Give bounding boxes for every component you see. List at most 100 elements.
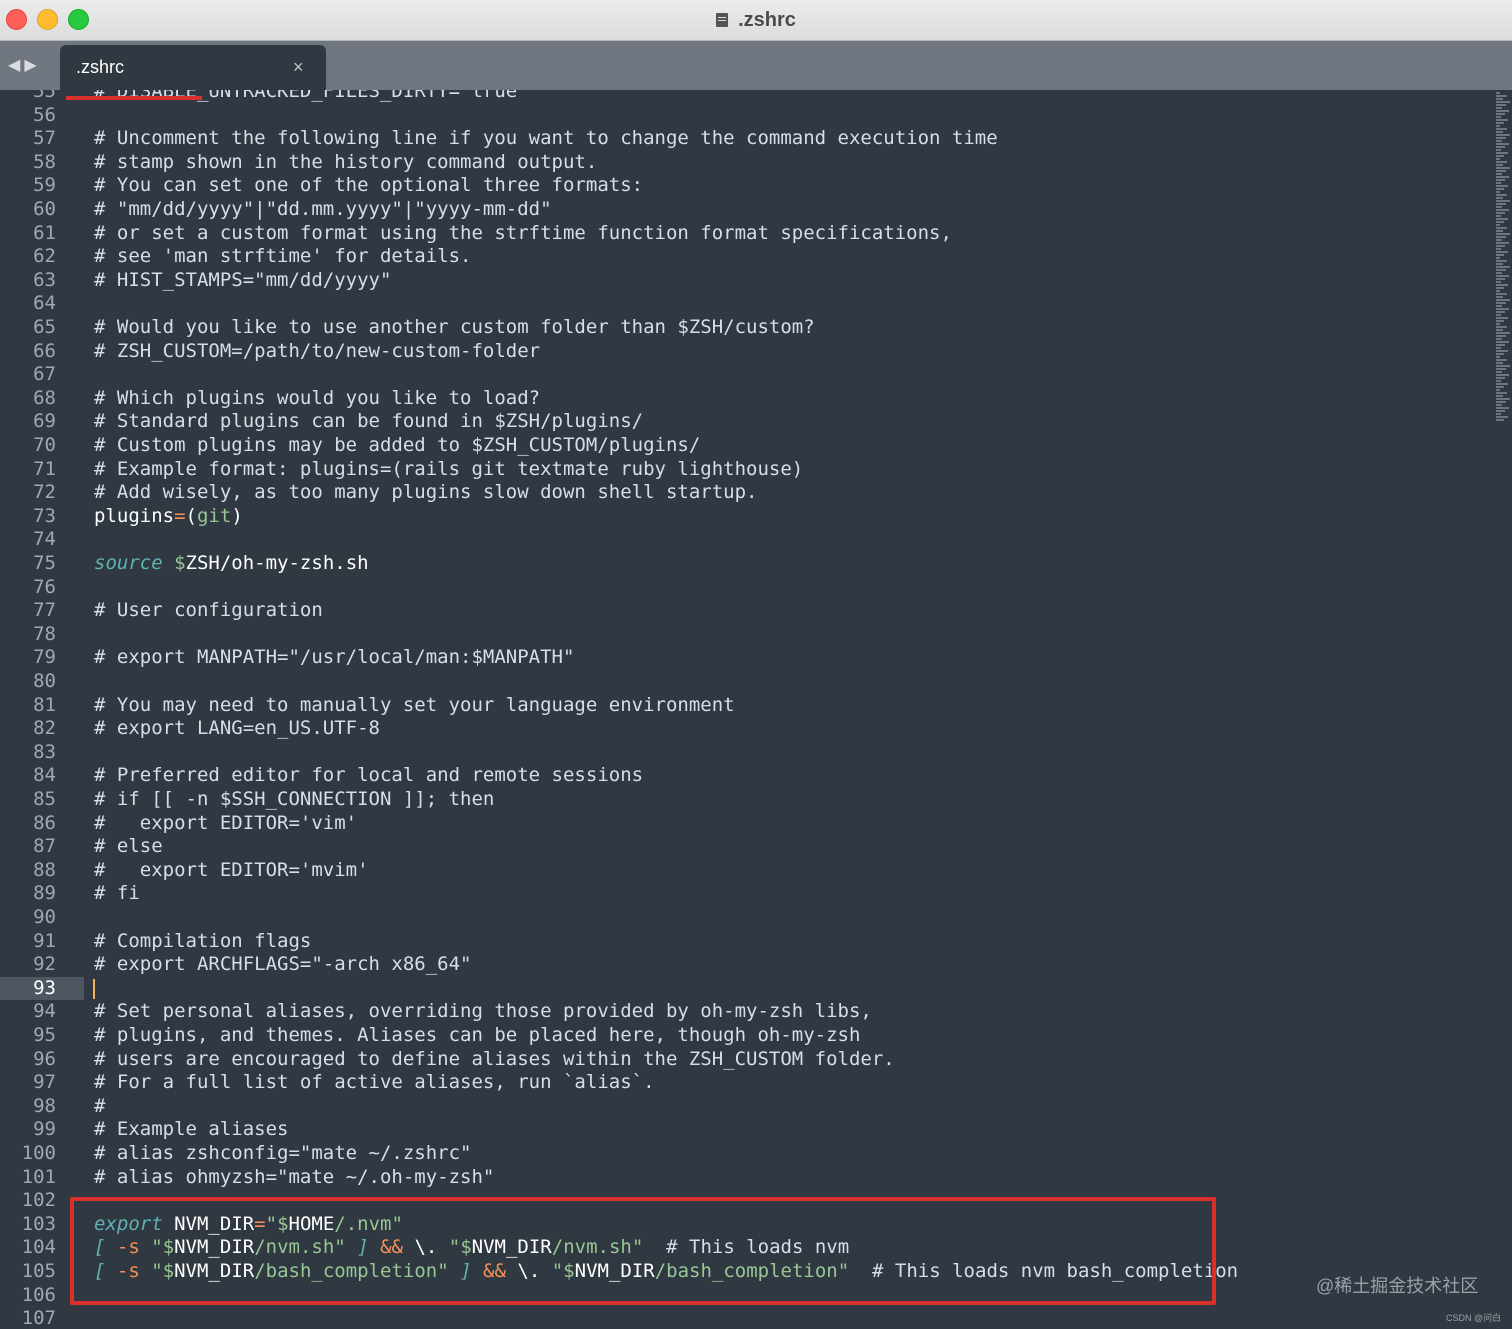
minimap[interactable]: [1494, 92, 1512, 427]
code-line[interactable]: 71 # Example format: plugins=(rails git t…: [0, 458, 1490, 482]
code-line[interactable]: 74: [0, 528, 1490, 552]
code-text: # see 'man strftime' for details.: [94, 245, 472, 268]
code-line[interactable]: 100 # alias zshconfig="mate ~/.zshrc": [0, 1142, 1490, 1166]
line-number: 96: [33, 1047, 56, 1070]
code-line[interactable]: 77 # User configuration: [0, 599, 1490, 623]
code-text: # Example aliases: [94, 1118, 289, 1141]
forward-arrow-icon[interactable]: ▶: [24, 57, 40, 74]
minimap-line: [1496, 281, 1501, 283]
code-text: # For a full list of active aliases, run…: [94, 1071, 655, 1094]
code-line[interactable]: 101 # alias ohmyzsh="mate ~/.oh-my-zsh": [0, 1166, 1490, 1190]
code-editor[interactable]: 55 # DISABLE_UNTRACKED_FILES_DIRTY="true"…: [0, 90, 1490, 1329]
line-number: 56: [33, 103, 56, 126]
code-line[interactable]: 72 # Add wisely, as too many plugins slow…: [0, 481, 1490, 505]
minimap-line: [1496, 359, 1507, 361]
minimap-line: [1496, 125, 1500, 127]
code-line[interactable]: 62 # see 'man strftime' for details.: [0, 245, 1490, 269]
code-line[interactable]: 85 # if [[ -n $SSH_CONNECTION ]]; then: [0, 788, 1490, 812]
minimap-line: [1496, 197, 1503, 199]
code-line[interactable]: 99 # Example aliases: [0, 1118, 1490, 1142]
line-number: 107: [21, 1307, 56, 1329]
annotation-underline: [66, 96, 202, 100]
code-line[interactable]: 84 # Preferred editor for local and remot…: [0, 764, 1490, 788]
code-line[interactable]: 87 # else: [0, 835, 1490, 859]
code-line[interactable]: 64: [0, 292, 1490, 316]
minimap-line: [1496, 353, 1504, 355]
code-line[interactable]: 81 # You may need to manually set your la…: [0, 694, 1490, 718]
back-arrow-icon[interactable]: ◀: [8, 57, 24, 74]
code-line[interactable]: 92 # export ARCHFLAGS="-arch x86_64": [0, 953, 1490, 977]
line-number: 82: [33, 717, 56, 740]
code-text: # export EDITOR='mvim': [94, 858, 369, 881]
code-line[interactable]: 78: [0, 623, 1490, 647]
code-line[interactable]: 94 # Set personal aliases, overriding tho…: [0, 1000, 1490, 1024]
code-line[interactable]: 89 # fi: [0, 882, 1490, 906]
code-line[interactable]: 65 # Would you like to use another custom…: [0, 316, 1490, 340]
code-line[interactable]: 95 # plugins, and themes. Aliases can be …: [0, 1024, 1490, 1048]
code-line[interactable]: 69 # Standard plugins can be found in $ZS…: [0, 410, 1490, 434]
tab-close-icon[interactable]: ×: [293, 57, 304, 78]
minimap-line: [1496, 116, 1501, 118]
watermark: @稀土掘金技术社区: [1316, 1276, 1479, 1296]
tab-zshrc[interactable]: .zshrc ×: [60, 45, 326, 90]
code-text: # stamp shown in the history command out…: [94, 150, 598, 173]
code-line[interactable]: 68 # Which plugins would you like to load…: [0, 387, 1490, 411]
minimap-line: [1496, 161, 1507, 163]
line-number: 89: [33, 882, 56, 905]
code-line[interactable]: 67: [0, 363, 1490, 387]
minimap-line: [1496, 227, 1507, 229]
code-text: # Would you like to use another custom f…: [94, 316, 815, 338]
minimap-line: [1496, 368, 1506, 370]
minimap-line: [1496, 284, 1508, 286]
code-line[interactable]: 75 source $ZSH/oh-my-zsh.sh: [0, 552, 1490, 576]
code-line[interactable]: 86 # export EDITOR='vim': [0, 812, 1490, 836]
code-line[interactable]: 82 # export LANG=en_US.UTF-8: [0, 717, 1490, 741]
code-line[interactable]: 90: [0, 906, 1490, 930]
minimap-line: [1496, 107, 1502, 109]
code-line[interactable]: 58 # stamp shown in the history command o…: [0, 151, 1490, 175]
minimap-line: [1496, 278, 1505, 280]
code-line[interactable]: 63 # HIST_STAMPS="mm/dd/yyyy": [0, 269, 1490, 293]
code-line[interactable]: 93: [0, 976, 1490, 1001]
code-line[interactable]: 61 # or set a custom format using the str…: [0, 222, 1490, 246]
code-text: # You may need to manually set your lang…: [94, 693, 735, 716]
code-line[interactable]: 91 # Compilation flags: [0, 930, 1490, 954]
minimap-line: [1496, 233, 1510, 235]
code-line[interactable]: 66 # ZSH_CUSTOM=/path/to/new-custom-folde…: [0, 340, 1490, 364]
code-line[interactable]: 55 # DISABLE_UNTRACKED_FILES_DIRTY="true": [0, 90, 1490, 104]
code-line[interactable]: 76: [0, 576, 1490, 600]
minimap-line: [1496, 332, 1510, 334]
line-number: 98: [33, 1094, 56, 1117]
window-title-text: .zshrc: [738, 8, 796, 31]
code-token: ): [231, 504, 243, 527]
code-line[interactable]: 96 # users are encouraged to define alias…: [0, 1048, 1490, 1072]
code-line[interactable]: 88 # export EDITOR='mvim': [0, 859, 1490, 883]
code-line[interactable]: 107: [0, 1307, 1490, 1329]
code-line[interactable]: 60 # "mm/dd/yyyy"|"dd.mm.yyyy"|"yyyy-mm-d…: [0, 198, 1490, 222]
annotation-highlight-box: [70, 1197, 1216, 1305]
code-line[interactable]: 83: [0, 741, 1490, 765]
minimap-line: [1496, 389, 1500, 391]
minimap-line: [1496, 269, 1506, 271]
minimap-line: [1496, 401, 1506, 403]
line-number: 58: [33, 150, 56, 173]
code-line[interactable]: 80: [0, 670, 1490, 694]
code-line[interactable]: 97 # For a full list of active aliases, r…: [0, 1071, 1490, 1095]
code-line[interactable]: 59 # You can set one of the optional thre…: [0, 174, 1490, 198]
code-line[interactable]: 70 # Custom plugins may be added to $ZSH_…: [0, 434, 1490, 458]
code-line[interactable]: 56: [0, 104, 1490, 128]
code-line[interactable]: 79 # export MANPATH="/usr/local/man:$MANP…: [0, 646, 1490, 670]
code-line[interactable]: 73 plugins=(git): [0, 505, 1490, 529]
line-number: 65: [33, 316, 56, 338]
minimap-line: [1496, 122, 1504, 124]
code-text: # User configuration: [94, 599, 323, 622]
minimap-line: [1496, 266, 1510, 268]
tab-navigation: ◀▶: [8, 55, 41, 75]
minimap-line: [1496, 245, 1505, 247]
minimap-line: [1496, 173, 1502, 175]
minimap-line: [1496, 380, 1501, 382]
code-token: =: [174, 504, 186, 527]
minimap-line: [1496, 398, 1510, 400]
code-line[interactable]: 57 # Uncomment the following line if you …: [0, 127, 1490, 151]
code-line[interactable]: 98 #: [0, 1095, 1490, 1119]
